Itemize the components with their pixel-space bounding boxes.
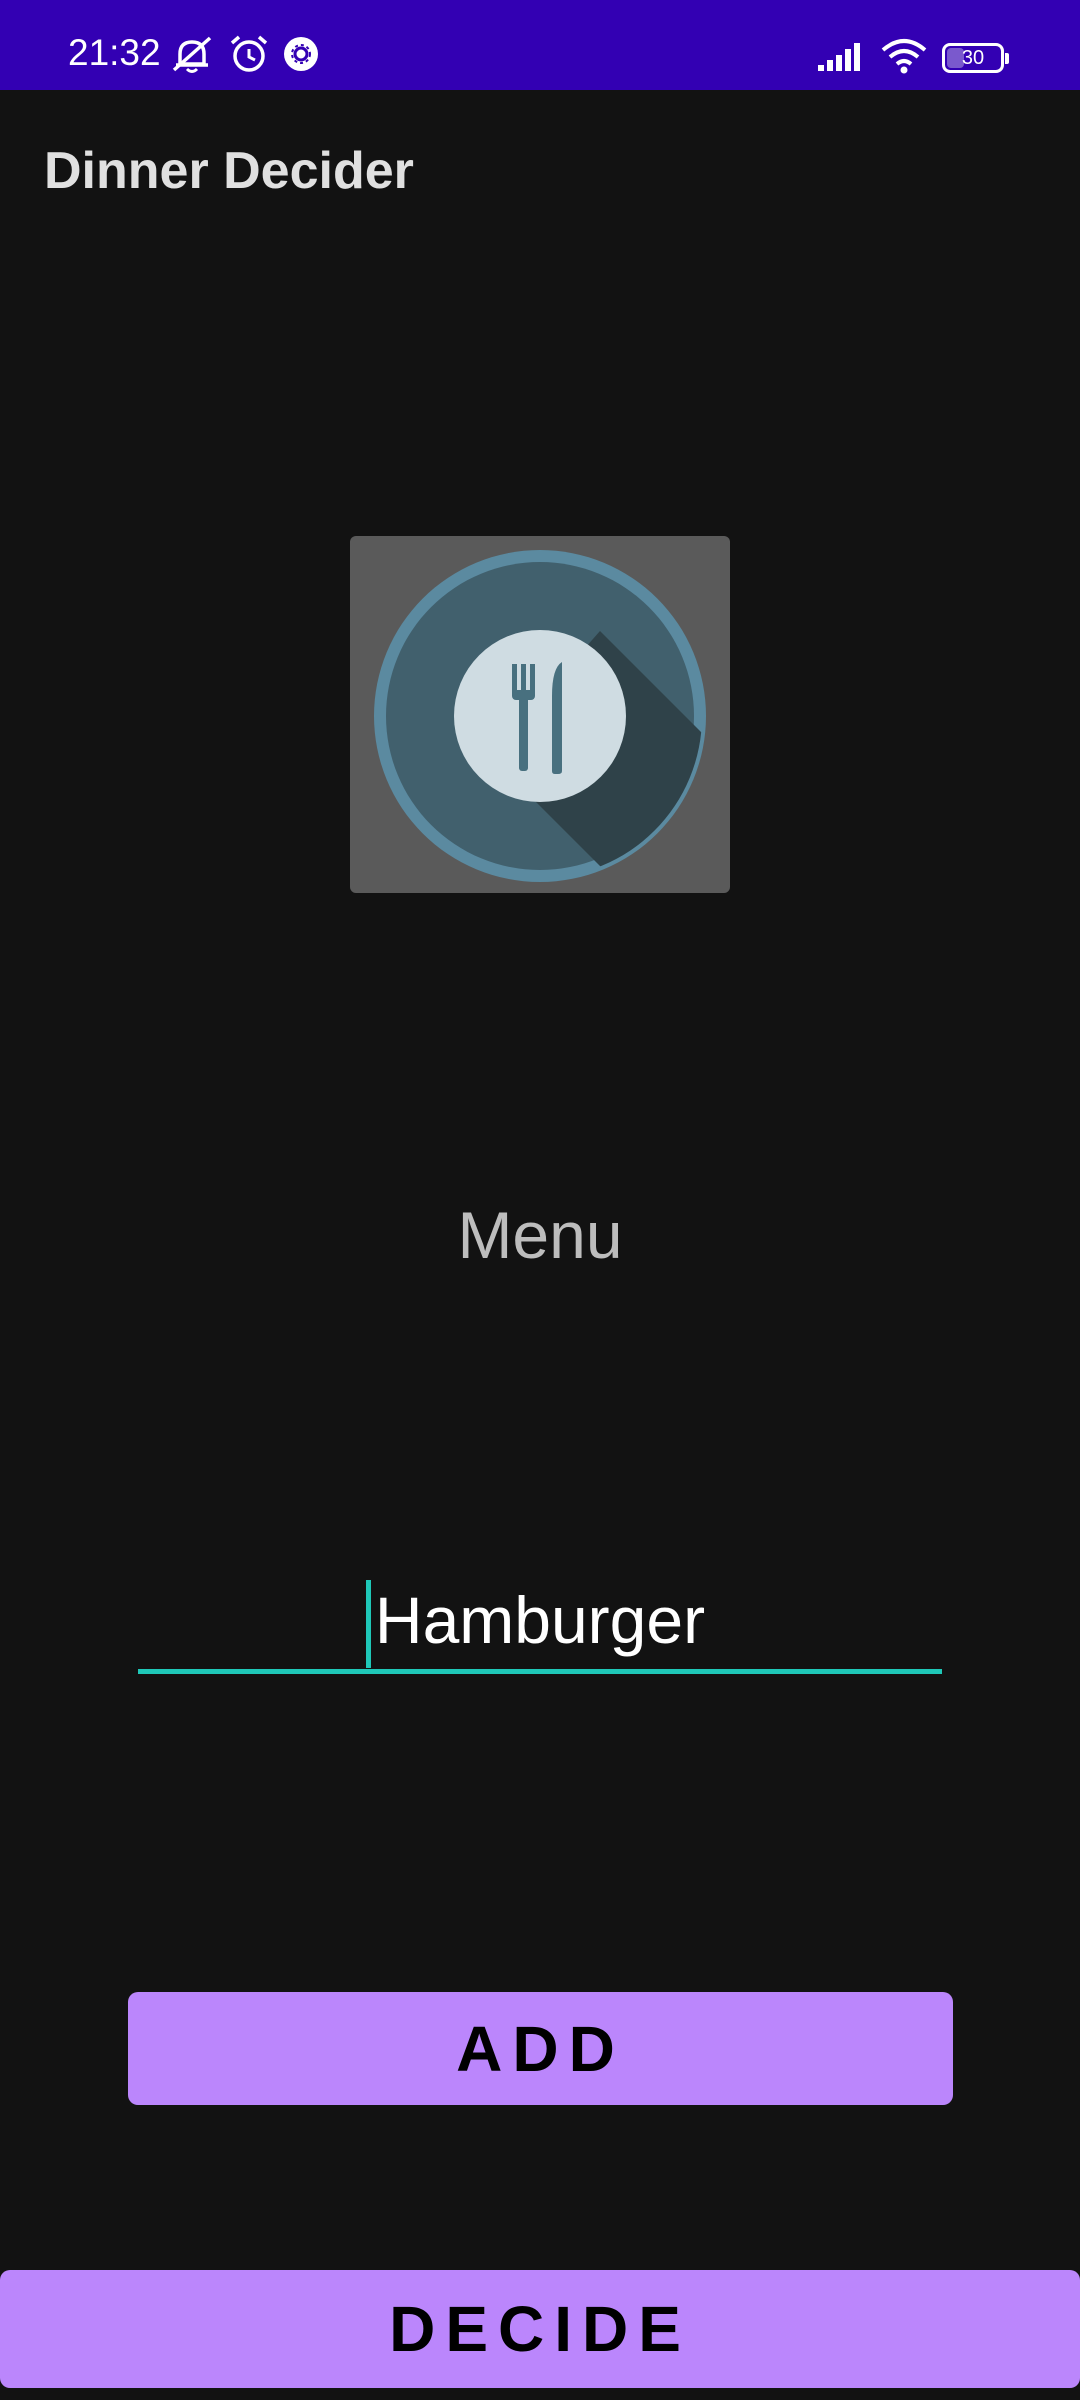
settings-badge-icon [282,35,320,78]
wifi-icon [880,38,928,79]
status-left-icons [170,34,320,79]
decide-button[interactable]: DECIDE [0,2270,1080,2388]
battery-icon: 30 [942,43,1009,73]
menu-label: Menu [457,1198,623,1272]
menu-input-container [138,1570,942,1682]
menu-input[interactable] [138,1570,942,1674]
battery-level: 30 [961,47,985,69]
dinner-image [350,536,730,893]
bell-off-icon [170,34,216,79]
plate-fork-knife-icon [374,550,706,882]
status-time: 21:32 [68,32,161,73]
app-title: Dinner Decider [44,142,414,200]
add-button[interactable]: ADD [128,1992,953,2105]
screen: 21:32 30 Dinner Decider Menu Hamburger A… [0,0,1080,2400]
alarm-icon [228,34,270,79]
signal-icon [816,39,866,78]
status-right-icons: 30 [816,38,1009,79]
status-bar: 21:32 30 [0,0,1080,90]
text-cursor [366,1580,371,1668]
